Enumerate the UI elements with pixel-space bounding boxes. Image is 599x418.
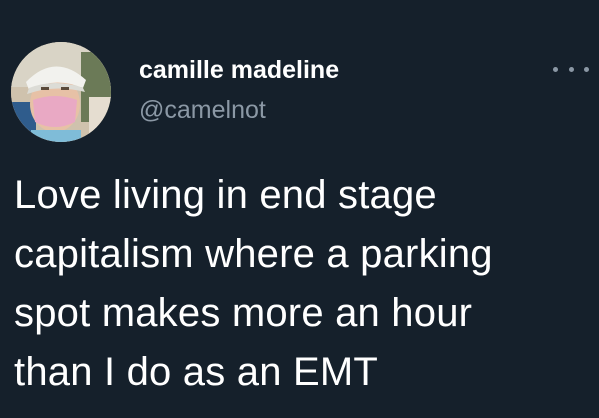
author-handle[interactable]: @camelnot [139, 95, 339, 125]
tweet-text-line: than I do as an EMT [14, 350, 378, 394]
more-dot-2 [568, 66, 574, 72]
tweet-card: camille madeline @camelnot Love living i… [0, 0, 599, 418]
tweet-text-line: capitalism where a parking [14, 232, 493, 276]
avatar-image [11, 42, 111, 142]
author-display-name[interactable]: camille madeline [139, 55, 339, 85]
tweet-text: Love living in end stage capitalism wher… [14, 166, 594, 402]
user-avatar-photo[interactable] [11, 42, 111, 142]
author-names: camille madeline @camelnot [139, 55, 339, 125]
more-dot-3 [584, 66, 589, 72]
tweet-header: camille madeline @camelnot [0, 0, 599, 150]
more-options-icon[interactable] [553, 62, 589, 76]
tweet-text-line: spot makes more an hour [14, 291, 473, 335]
tweet-text-line: Love living in end stage [14, 173, 437, 217]
more-dot-1 [553, 66, 558, 72]
